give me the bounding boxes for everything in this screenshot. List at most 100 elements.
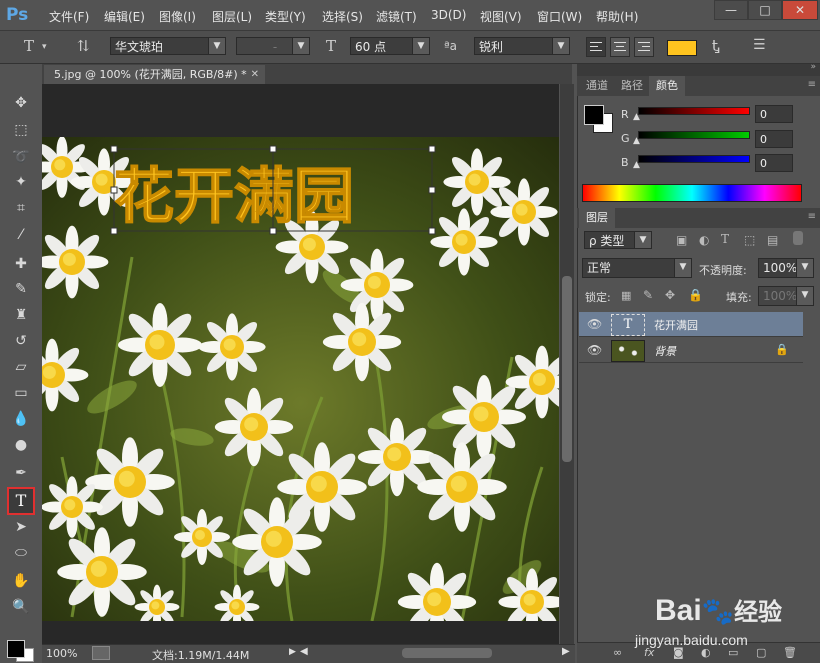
menu-file[interactable]: 文件(F) [49, 8, 89, 25]
dodge-tool-icon[interactable]: ● [10, 434, 32, 456]
channel-g-slider[interactable] [638, 131, 750, 139]
link-layers-icon[interactable]: ∞ [613, 646, 622, 659]
menu-edit[interactable]: 编辑(E) [104, 8, 145, 25]
channel-r-slider[interactable] [638, 107, 750, 115]
lock-pixels-icon[interactable]: ✎ [643, 288, 653, 302]
move-tool-icon[interactable]: ✥ [10, 92, 32, 114]
lock-all-icon[interactable]: 🔒 [688, 288, 703, 302]
type-tool-icon[interactable]: T [7, 487, 35, 515]
scroll-left-icon[interactable]: ◀ [300, 646, 308, 657]
opacity-input[interactable]: 100% ▼ [758, 258, 814, 278]
maximize-button[interactable]: □ [748, 0, 782, 20]
horizontal-scrollbar-thumb[interactable] [402, 648, 492, 658]
slider-handle-icon[interactable]: ▲ [633, 136, 640, 146]
character-panel-icon[interactable]: ☰ [753, 37, 766, 53]
filter-toggle-icon[interactable] [793, 231, 803, 245]
panel-menu-icon[interactable]: ≡ [808, 79, 816, 90]
color-spectrum-bar[interactable] [582, 184, 802, 202]
layer-name-background[interactable]: 背景 [654, 343, 676, 359]
blur-tool-icon[interactable]: 💧 [10, 408, 32, 430]
menu-view[interactable]: 视图(V) [480, 8, 522, 25]
minimize-button[interactable]: — [714, 0, 748, 20]
delete-layer-icon[interactable]: 🗑 [783, 646, 797, 659]
slider-handle-icon[interactable]: ▲ [633, 112, 640, 122]
channel-b-value[interactable]: 0 [755, 154, 793, 172]
vertical-scrollbar-thumb[interactable] [562, 276, 572, 462]
watermark-url: jingyan.baidu.com [635, 632, 748, 648]
text-orientation-icon[interactable]: ⇅ [77, 37, 90, 55]
collapse-panels-icon[interactable]: » [810, 62, 816, 72]
menu-window[interactable]: 窗口(W) [537, 8, 582, 25]
tab-color[interactable]: 颜色 [649, 76, 685, 96]
preset-dropdown-icon[interactable]: ▾ [42, 42, 47, 52]
tab-channels[interactable]: 通道 [579, 76, 615, 96]
menu-3d[interactable]: 3D(D) [431, 8, 466, 22]
crop-tool-icon[interactable]: ⌗ [10, 197, 32, 219]
menu-help[interactable]: 帮助(H) [596, 8, 638, 25]
zoom-level[interactable]: 100% [46, 647, 77, 660]
ellipse-tool-icon[interactable]: ⬭ [10, 542, 32, 564]
channel-r-value[interactable]: 0 [755, 105, 793, 123]
channel-g-value[interactable]: 0 [755, 130, 793, 148]
antialias-select[interactable]: 锐利 ▼ [474, 37, 570, 55]
panel-menu-icon[interactable]: ≡ [808, 211, 816, 222]
path-selection-tool-icon[interactable]: ➤ [10, 516, 32, 538]
layer-row-background[interactable]: 👁 背景 🔒 [579, 338, 803, 363]
close-button[interactable]: ✕ [782, 0, 818, 20]
menu-filter[interactable]: 滤镜(T) [376, 8, 417, 25]
lock-position-icon[interactable]: ✥ [665, 288, 675, 302]
menu-layer[interactable]: 图层(L) [212, 8, 252, 25]
text-tool-preset-icon[interactable]: T [24, 37, 34, 55]
canvas-image[interactable]: 花开满园 [42, 137, 559, 621]
font-style-select[interactable]: - ▼ [236, 37, 310, 55]
zoom-tool-icon[interactable]: 🔍 [10, 596, 32, 618]
warp-text-icon[interactable]: Ꮏ [712, 37, 720, 55]
layer-filter-select[interactable]: ρ 类型 ▼ [584, 231, 652, 249]
scroll-right-icon[interactable]: ▶ [562, 646, 570, 657]
filter-adjustment-icon[interactable]: ◐ [699, 233, 709, 247]
font-size-select[interactable]: 60 点 ▼ [350, 37, 430, 55]
align-center-button[interactable] [610, 37, 630, 57]
layer-row-text[interactable]: 👁 T 花开满园 [579, 312, 803, 337]
text-color-swatch[interactable] [667, 40, 697, 56]
pen-tool-icon[interactable]: ✒ [10, 462, 32, 484]
align-left-button[interactable] [586, 37, 606, 57]
document-tab[interactable]: 5.jpg @ 100% (花开满园, RGB/8#) * ✕ [44, 65, 265, 84]
hand-tool-icon[interactable]: ✋ [10, 570, 32, 592]
tab-layers[interactable]: 图层 [579, 208, 615, 228]
filter-smart-object-icon[interactable]: ▤ [767, 233, 778, 247]
lasso-tool-icon[interactable]: ➰ [10, 146, 32, 168]
eyedropper-tool-icon[interactable]: ⁄ [10, 224, 32, 246]
filter-shape-icon[interactable]: ⬚ [744, 233, 755, 247]
lock-transparent-icon[interactable]: ▦ [621, 289, 631, 302]
visibility-eye-icon[interactable]: 👁 [587, 343, 602, 357]
clone-stamp-tool-icon[interactable]: ♜ [10, 304, 32, 326]
slider-handle-icon[interactable]: ▲ [633, 160, 640, 170]
blend-mode-select[interactable]: 正常 ▼ [582, 258, 692, 278]
status-icon[interactable] [92, 646, 110, 660]
marquee-tool-icon[interactable]: ⬚ [10, 119, 32, 141]
channel-b-slider[interactable] [638, 155, 750, 163]
foreground-color-swatch[interactable] [7, 640, 25, 658]
filter-pixel-icon[interactable]: ▣ [676, 233, 687, 247]
tab-paths[interactable]: 路径 [614, 76, 650, 96]
filter-type-icon[interactable]: T [721, 232, 729, 246]
menu-select[interactable]: 选择(S) [322, 8, 363, 25]
menu-image[interactable]: 图像(I) [159, 8, 196, 25]
eraser-tool-icon[interactable]: ▱ [10, 356, 32, 378]
gradient-tool-icon[interactable]: ▭ [10, 382, 32, 404]
menu-type[interactable]: 类型(Y) [265, 8, 306, 25]
fill-input[interactable]: 100% ▼ [758, 286, 814, 306]
layer-name-text[interactable]: 花开满园 [654, 317, 698, 333]
brush-tool-icon[interactable]: ✎ [10, 278, 32, 300]
visibility-eye-icon[interactable]: 👁 [587, 317, 602, 331]
color-panel-foreground-swatch[interactable] [584, 105, 604, 125]
magic-wand-tool-icon[interactable]: ✦ [10, 171, 32, 193]
close-tab-icon[interactable]: ✕ [251, 65, 259, 84]
font-family-select[interactable]: 华文琥珀 ▼ [110, 37, 226, 55]
canvas-text-layer[interactable]: 花开满园 [113, 161, 355, 233]
healing-brush-tool-icon[interactable]: ✚ [10, 253, 32, 275]
history-brush-tool-icon[interactable]: ↺ [10, 330, 32, 352]
status-menu-arrow-icon[interactable]: ▶ [289, 647, 296, 657]
align-right-button[interactable] [634, 37, 654, 57]
